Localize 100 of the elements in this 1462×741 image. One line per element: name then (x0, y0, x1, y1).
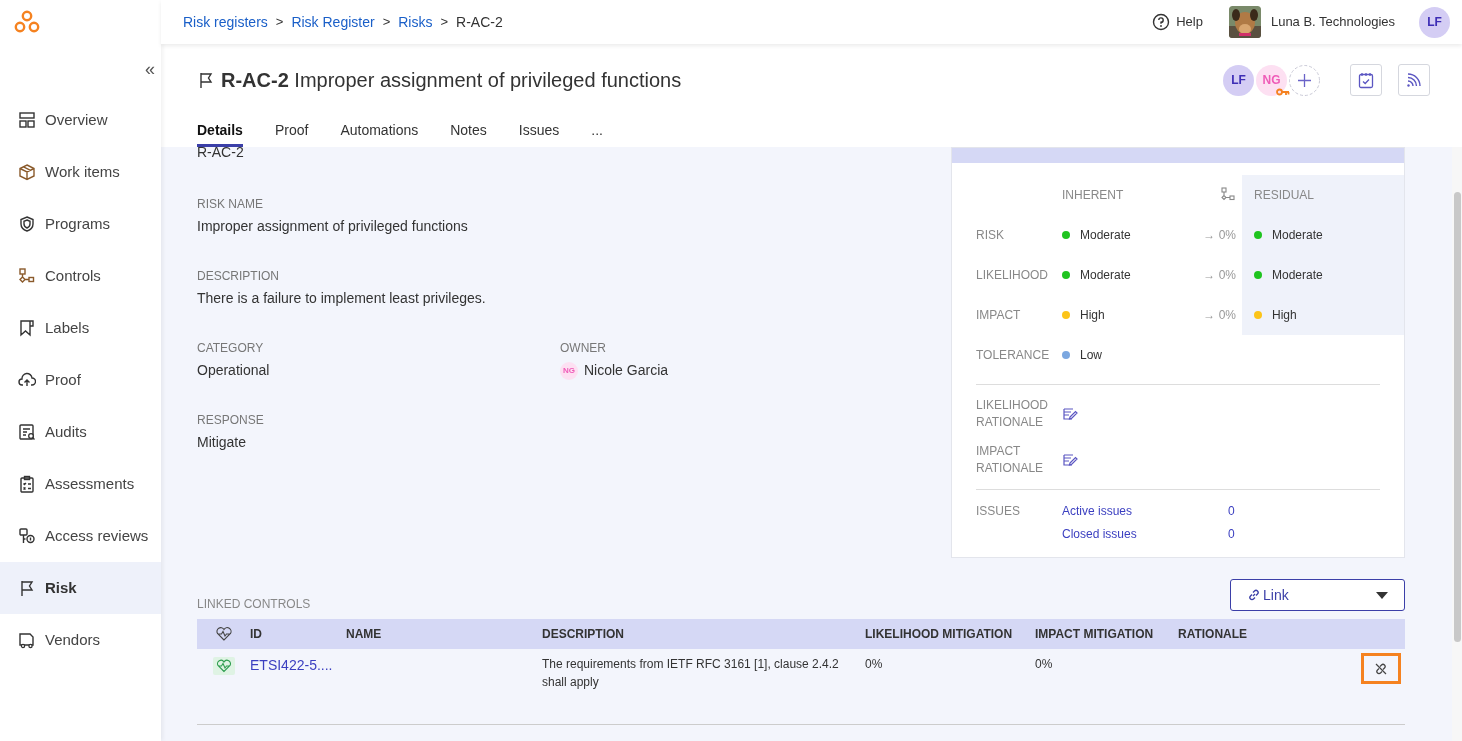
sidebar-item[interactable]: Proof (0, 354, 161, 406)
owner-avatar: NG (560, 361, 578, 380)
heartbeat-icon (214, 626, 233, 642)
row-label: TOLERANCE (976, 347, 1051, 364)
tab[interactable]: Automations (340, 114, 419, 147)
row-label: RISK (976, 227, 1005, 244)
column-heading: INHERENT (1062, 187, 1125, 204)
flag-icon (18, 579, 36, 597)
field-label: RESPONSE (197, 412, 265, 429)
field-value: Mitigate (197, 433, 248, 452)
audit-icon (18, 423, 36, 441)
status-value: High (1272, 307, 1297, 324)
key-icon (18, 527, 36, 545)
table-cell-text: The requirements from IETF RFC 3161 [1], clause 2.4.2 shall apply (542, 656, 840, 691)
breadcrumb-current: R-AC-2 (456, 12, 503, 32)
link-button[interactable]: Link (1230, 579, 1405, 611)
sidebar-item[interactable]: Labels (0, 302, 161, 354)
sidebar-item[interactable]: Access reviews (0, 510, 161, 562)
tab[interactable]: Details (197, 114, 243, 147)
column-header: DESCRIPTION (542, 626, 625, 643)
field-value: Nicole Garcia (584, 361, 669, 380)
sidebar-item[interactable]: Controls (0, 250, 161, 302)
shield-icon (18, 215, 36, 233)
field-label: CATEGORY (197, 340, 265, 357)
column-header: RATIONALE (1178, 626, 1249, 643)
unlink-icon (1374, 661, 1388, 676)
column-heading: RESIDUAL (1242, 175, 1404, 215)
breadcrumb-link[interactable]: Risk registers (183, 11, 268, 33)
row-label: IMPACT (976, 307, 1022, 324)
status-value: Moderate (1080, 227, 1131, 244)
issue-count: 0 (1228, 526, 1235, 543)
help-icon (1152, 13, 1171, 31)
edit-note-icon[interactable] (1062, 406, 1078, 422)
risk-id-value: R-AC-2 (197, 147, 245, 159)
column-header: ID (250, 626, 263, 643)
breadcrumb-separator: > (440, 13, 449, 32)
field-value: Improper assignment of privileged functions (197, 217, 469, 236)
layout-icon (18, 111, 36, 129)
sidebar-item[interactable]: Assessments (0, 458, 161, 510)
tab[interactable]: Issues (518, 114, 560, 147)
sidebar-item[interactable]: Work items (0, 146, 161, 198)
tab[interactable]: Notes (450, 114, 487, 147)
tab[interactable]: ... (591, 114, 603, 147)
table-cell-text: 0% (1035, 656, 1054, 673)
issue-count: 0 (1228, 503, 1235, 520)
field-label: OWNER (560, 340, 607, 357)
sidebar-item[interactable]: Risk (0, 562, 161, 614)
assignee-avatar[interactable]: LF (1223, 64, 1254, 96)
change-value: → 0% (1203, 227, 1236, 244)
key-icon (1276, 87, 1290, 96)
status-value: Moderate (1272, 267, 1323, 284)
feed-button[interactable] (1398, 64, 1430, 96)
breadcrumb-separator: > (382, 13, 391, 32)
package-icon (18, 163, 36, 181)
add-assignee-icon[interactable] (1289, 64, 1320, 96)
row-label: LIKELIHOOD RATIONALE (976, 397, 1050, 431)
logo-icon (14, 10, 40, 34)
status-value: Moderate (1272, 227, 1323, 244)
bookmark-icon (18, 319, 36, 337)
clipboard-icon (18, 475, 36, 493)
section-label: LINKED CONTROLS (197, 596, 311, 613)
sidebar-item[interactable]: Audits (0, 406, 161, 458)
sidebar-item[interactable]: Programs (0, 198, 161, 250)
calendar-button[interactable] (1350, 64, 1382, 96)
status-value: Moderate (1080, 267, 1131, 284)
row-label: ISSUES (976, 503, 1021, 520)
status-value: Low (1080, 347, 1102, 364)
tab[interactable]: Proof (274, 114, 309, 147)
table-cell-text: 0% (865, 656, 884, 673)
sidebar-item[interactable]: Overview (0, 94, 161, 146)
field-value: There is a failure to implement least privileges. (197, 289, 487, 308)
column-header: LIKELIHOOD MITIGATION (865, 626, 1014, 643)
cloud-upload-icon (18, 371, 36, 389)
breadcrumb-link[interactable]: Risks (398, 11, 433, 33)
calendar-check-icon (1357, 71, 1375, 89)
organization-name: Luna B. Technologies (1270, 13, 1395, 32)
sidebar-item[interactable]: Vendors (0, 614, 161, 666)
control-id-link[interactable]: ETSI422-5.... (250, 655, 346, 691)
caret-down-icon (1376, 591, 1388, 599)
issues-link[interactable]: Closed issues (1062, 525, 1228, 543)
field-label: RISK NAME (197, 196, 264, 213)
user-avatar[interactable]: LF (1419, 6, 1450, 38)
link-icon (1247, 588, 1261, 602)
collapse-button[interactable]: « (143, 55, 157, 83)
row-label: LIKELIHOOD (976, 267, 1050, 284)
status-value: High (1080, 307, 1105, 324)
help-link[interactable]: Help (1152, 12, 1203, 32)
truck-icon (18, 631, 36, 649)
change-value: → 0% (1203, 267, 1236, 284)
unlink-button[interactable] (1361, 653, 1401, 684)
edit-note-icon[interactable] (1062, 452, 1078, 468)
issues-link[interactable]: Active issues (1062, 502, 1228, 520)
flag-icon (197, 71, 215, 89)
breadcrumb-link[interactable]: Risk Register (291, 11, 375, 33)
field-label: DESCRIPTION (197, 268, 280, 285)
change-value: → 0% (1203, 307, 1236, 324)
feed-icon (1405, 71, 1423, 89)
flowchart-icon (1220, 187, 1236, 203)
scrollbar[interactable] (1453, 192, 1461, 642)
flowchart-icon (18, 267, 36, 285)
